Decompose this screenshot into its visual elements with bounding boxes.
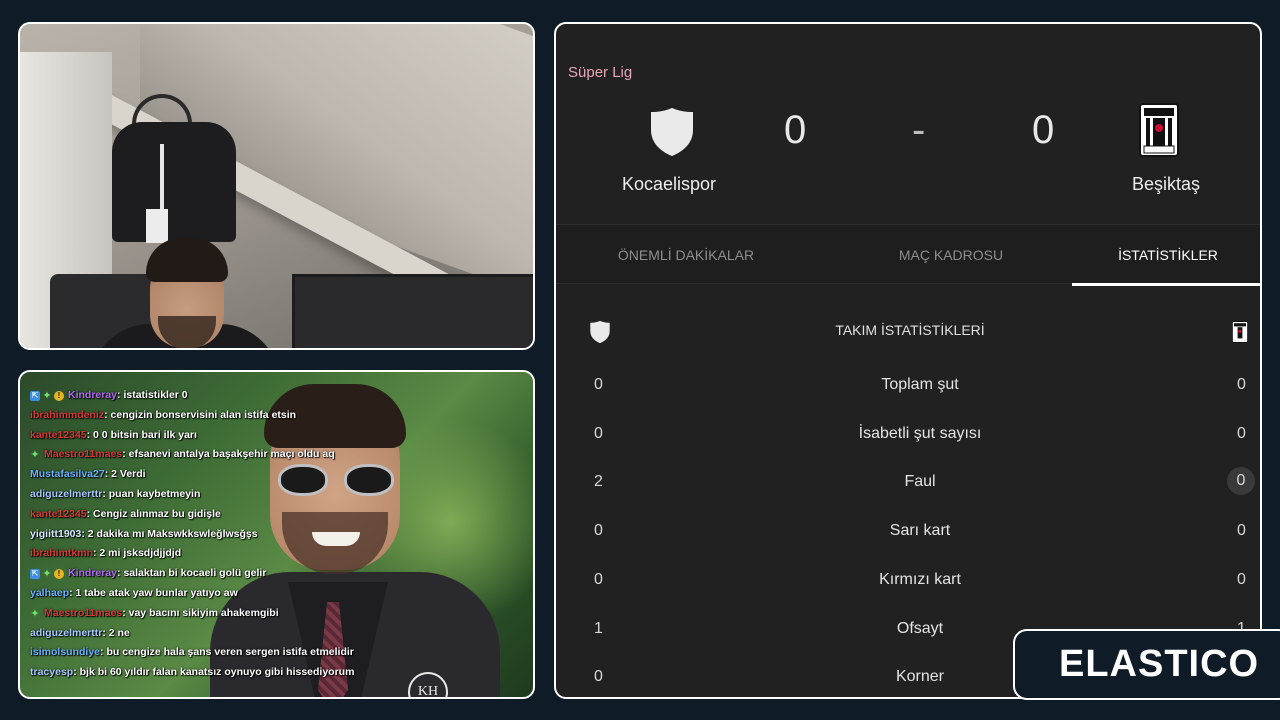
league-name[interactable]: Süper Lig bbox=[568, 64, 632, 81]
chat-message: ⇱ ✦! Kindreray : istatistikler 0 bbox=[30, 386, 450, 406]
chat-text: : salaktan bi kocaeli golü gelir bbox=[117, 567, 267, 580]
chat-text: : bu cengize hala şans veren sergen isti… bbox=[100, 646, 354, 659]
tab-key-moments[interactable]: ÖNEMLİ DAKİKALAR bbox=[586, 225, 786, 285]
brand-name: ELASTICO bbox=[1059, 643, 1260, 685]
chat-message bbox=[30, 374, 450, 386]
chat-username[interactable]: isimolsundiye bbox=[30, 643, 100, 663]
chat-text: : cengizin bonservisini alan istifa etsi… bbox=[104, 408, 297, 421]
stats-header: TAKIM İSTATİSTİKLERİ bbox=[556, 314, 1260, 348]
chat-text: : puan kaybetmeyin bbox=[102, 487, 201, 500]
chat-username[interactable]: Maestro11maes bbox=[44, 604, 122, 624]
chat-message: yigiitt1903 : 2 dakika mı Makswkkswleğlw… bbox=[30, 525, 450, 545]
twitch-badge-icon: ⇱ bbox=[30, 390, 40, 401]
stat-row: 2 Faul 0 bbox=[556, 467, 1260, 497]
chat-text: : vay bacını sikiyim ahakemgibi bbox=[122, 606, 279, 619]
chat-badges: ✦ bbox=[30, 449, 40, 462]
away-team-name[interactable]: Beşiktaş bbox=[1132, 174, 1200, 195]
chat-message: isimolsundiye : bu cengize hala şans ver… bbox=[30, 643, 450, 663]
twitch-badge-icon: ⇱ bbox=[30, 569, 40, 580]
stat-row: 0 İsabetli şut sayısı 0 bbox=[556, 419, 1260, 449]
away-score: 0 bbox=[1032, 108, 1055, 152]
chat-message: adiguzelmerttr : 2 ne bbox=[30, 624, 450, 644]
chat-text: : 2 Verdi bbox=[104, 468, 146, 481]
brand-logo: ELASTICO bbox=[1013, 629, 1280, 700]
webcam-panel bbox=[18, 22, 535, 350]
home-score: 0 bbox=[784, 108, 807, 152]
chat-text: : 2 ne bbox=[102, 626, 130, 639]
score-separator: - bbox=[912, 108, 926, 152]
chat-username[interactable]: yalhaep bbox=[30, 584, 69, 604]
match-tabs: ÖNEMLİ DAKİKALAR MAÇ KADROSU İSTATİSTİKL… bbox=[556, 224, 1260, 286]
stat-away-value: 0 bbox=[1237, 376, 1246, 393]
coin-icon: ! bbox=[54, 390, 64, 401]
stat-row: 0 Sarı kart 0 bbox=[556, 516, 1260, 546]
chat-message: ⇱ ✦! Kindreray : salaktan bi kocaeli golü … bbox=[30, 564, 450, 584]
shield-icon[interactable] bbox=[648, 106, 696, 158]
chat-text: : istatistikler 0 bbox=[117, 389, 188, 401]
monitor bbox=[292, 274, 533, 348]
sparkle-icon: ✦ bbox=[30, 607, 40, 620]
chat-badges: ⇱ ✦! bbox=[30, 568, 64, 581]
chat-badges: ✦ bbox=[30, 607, 40, 620]
stat-away-value: 0 bbox=[1237, 522, 1246, 540]
chat-message: tracyesp : bjk bi 60 yıldır falan kanats… bbox=[30, 663, 450, 683]
chat-message: yalhaep : 1 tabe atak yaw bunlar yatıyo … bbox=[30, 584, 450, 604]
chat-message: ibrahimmdeniz : cengizin bonservisini al… bbox=[30, 406, 450, 426]
sparkle-icon: ✦ bbox=[42, 568, 52, 581]
scoreboard-panel: Süper Lig 0 - 0 Kocaelispor Beşiktaş ÖNE… bbox=[554, 22, 1262, 699]
chat-message: ✦ Maestro11maes : vay bacını sikiyim ahak… bbox=[30, 604, 450, 624]
stat-label: Kırmızı kart bbox=[879, 570, 961, 588]
tab-lineups[interactable]: MAÇ KADROSU bbox=[856, 225, 1046, 285]
chat-message: kante12345 : 0 0 bitsin bari ilk yarı bbox=[30, 426, 450, 446]
chat-username[interactable]: ibrahimmdeniz bbox=[30, 406, 104, 426]
stat-away-value: 0 bbox=[1237, 570, 1246, 588]
stat-label: Toplam şut bbox=[881, 376, 959, 393]
chat-username[interactable]: adiguzelmerttr bbox=[30, 485, 102, 505]
sparkle-icon: ✦ bbox=[42, 389, 52, 402]
stat-row: 0 Toplam şut 0 bbox=[556, 370, 1260, 400]
chat-username[interactable]: yigiitt1903 bbox=[30, 525, 81, 545]
tab-statistics[interactable]: İSTATİSTİKLER bbox=[1072, 225, 1260, 286]
coin-icon: ! bbox=[54, 569, 64, 580]
chat-message-list: ⇱ ✦! Kindreray : istatistikler 0 ibrahimmde… bbox=[30, 374, 450, 683]
chat-username[interactable]: kante12345 bbox=[30, 505, 87, 525]
hanging-jersey bbox=[112, 122, 236, 242]
chat-username[interactable]: adiguzelmerttr bbox=[30, 624, 102, 644]
chat-text: : 1 tabe atak yaw bunlar yatıyo aw bbox=[69, 586, 238, 599]
chat-text: : 0 0 bitsin bari ilk yarı bbox=[86, 428, 197, 441]
chat-username[interactable]: Kindreray bbox=[68, 564, 117, 584]
chat-username[interactable]: ibrahimtkmn bbox=[30, 544, 93, 564]
chat-message: ibrahimtkmn : 2 mi jsksdjdjjdjd bbox=[30, 544, 450, 564]
home-team-name[interactable]: Kocaelispor bbox=[622, 174, 716, 195]
chat-badges: ⇱ ✦! bbox=[30, 389, 64, 402]
stat-row: 0 Kırmızı kart 0 bbox=[556, 565, 1260, 595]
chat-message: Mustafasilva27 : 2 Verdi bbox=[30, 465, 450, 485]
sparkle-icon: ✦ bbox=[30, 449, 40, 462]
chat-panel: KH ⇱ ✦! Kindreray : istatistikler 0 ibrahim… bbox=[18, 370, 535, 699]
chat-username[interactable]: tracyesp bbox=[30, 663, 73, 683]
bjk-crest-icon[interactable] bbox=[1134, 102, 1184, 158]
bjk-crest-icon bbox=[1232, 321, 1248, 343]
chat-message: adiguzelmerttr : puan kaybetmeyin bbox=[30, 485, 450, 505]
stat-away-value: 0 bbox=[1237, 424, 1246, 442]
chat-text: : efsanevi antalya başakşehir maçı oldu … bbox=[122, 448, 335, 461]
chat-username[interactable]: Kindreray bbox=[68, 386, 117, 406]
stat-label: Faul bbox=[904, 473, 936, 491]
chat-username[interactable]: Mustafasilva27 bbox=[30, 465, 105, 485]
stat-label: İsabetli şut sayısı bbox=[858, 424, 982, 442]
chat-text: : bjk bi 60 yıldır falan kanatsız oynuyo… bbox=[73, 666, 355, 679]
stat-label: Sarı kart bbox=[889, 522, 951, 540]
chat-message: ✦ Maestro11maes : efsanevi antalya başakş… bbox=[30, 445, 450, 465]
streamer-hair bbox=[146, 238, 228, 282]
chat-text: : 2 dakika mı Makswkkswleğlwsğşs bbox=[81, 527, 258, 540]
stats-title: TAKIM İSTATİSTİKLERİ bbox=[835, 322, 985, 338]
chat-text: : 2 mi jsksdjdjjdjd bbox=[93, 547, 182, 560]
chat-username[interactable]: Maestro11maes bbox=[44, 445, 122, 465]
lanyard-card bbox=[146, 209, 168, 243]
chat-text: : Cengiz alınmaz bu gidişle bbox=[86, 507, 221, 520]
chat-message: kante12345 : Cengiz alınmaz bu gidişle bbox=[30, 505, 450, 525]
chat-username[interactable]: kante12345 bbox=[30, 426, 87, 446]
